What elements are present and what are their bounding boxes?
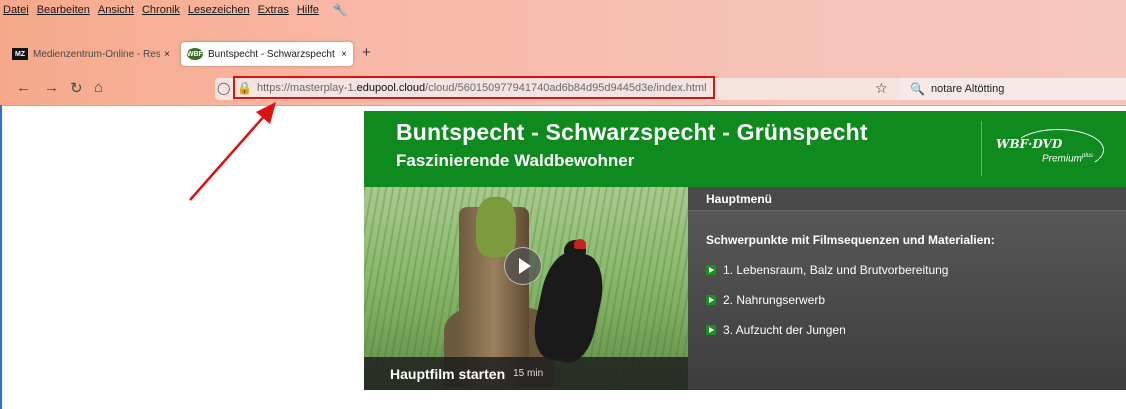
main-menu-title: Hauptmenü: [688, 187, 1126, 211]
menu-ansicht[interactable]: Ansicht: [98, 4, 134, 16]
menu-subtitle: Schwerpunkte mit Filmsequenzen und Mater…: [706, 233, 995, 247]
menu-extras[interactable]: Extras: [258, 4, 289, 16]
bookmark-star-icon[interactable]: ☆: [875, 80, 888, 97]
wrench-icon[interactable]: 🔧: [333, 3, 348, 17]
menu-item-label: 3. Aufzucht der Jungen: [723, 323, 846, 337]
url-text[interactable]: https://masterplay-1.edupool.cloud/cloud…: [257, 82, 707, 94]
close-tab-icon[interactable]: ×: [164, 49, 170, 60]
wbf-favicon-icon: WBF: [187, 48, 203, 60]
menu-item-label: 2. Nahrungserwerb: [723, 293, 826, 307]
tab-title: Medienzentrum-Online - Result: [33, 48, 161, 60]
woodpecker-crest: [574, 239, 586, 249]
play-bullet-icon: [706, 325, 716, 335]
close-tab-icon[interactable]: ×: [341, 49, 347, 60]
medienzentrum-favicon-icon: MZ: [12, 48, 28, 60]
page-left-border: [0, 105, 2, 409]
dvd-title: Buntspecht - Schwarzspecht - Grünspecht: [396, 119, 868, 145]
tab-buntspecht[interactable]: WBF Buntspecht - Schwarzspecht - G ×: [181, 42, 353, 66]
tab-bar: MZ Medienzentrum-Online - Result × WBF B…: [0, 36, 1126, 66]
url-protocol: https://masterplay-1.: [257, 82, 357, 94]
menu-datei[interactable]: Datei: [3, 4, 29, 16]
search-icon: 🔍: [910, 82, 925, 96]
menu-bearbeiten[interactable]: Bearbeiten: [37, 4, 90, 16]
menu-lesezeichen[interactable]: Lesezeichen: [188, 4, 250, 16]
menu-item-nahrungserwerb[interactable]: 2. Nahrungserwerb: [706, 293, 825, 307]
video-thumbnail[interactable]: Hauptfilm starten 15 min: [364, 187, 688, 390]
forward-icon[interactable]: →: [44, 79, 59, 96]
video-caption[interactable]: Hauptfilm starten 15 min: [364, 357, 688, 390]
search-box[interactable]: 🔍 notare Altötting: [900, 78, 1126, 100]
film-duration: 15 min: [513, 368, 544, 379]
search-value: notare Altötting: [930, 83, 1005, 95]
home-icon[interactable]: ⌂: [94, 79, 103, 96]
moss: [476, 197, 516, 257]
menu-bar: Datei Bearbeiten Ansicht Chronik Lesezei…: [0, 0, 1126, 20]
url-domain: edupool.cloud: [356, 82, 426, 94]
dvd-subtitle: Faszinierende Waldbewohner: [396, 151, 635, 170]
menu-item-aufzucht[interactable]: 3. Aufzucht der Jungen: [706, 323, 846, 337]
play-bullet-icon: [706, 265, 716, 275]
start-main-film-label: Hauptfilm starten: [390, 365, 506, 382]
title-banner: Buntspecht - Schwarzspecht - Grünspecht …: [364, 111, 1126, 187]
reload-icon[interactable]: ↻: [70, 79, 83, 97]
play-icon[interactable]: [504, 247, 542, 285]
back-icon[interactable]: ←: [16, 79, 31, 96]
tab-medienzentrum[interactable]: MZ Medienzentrum-Online - Result ×: [6, 42, 176, 66]
arrow-shaft: [189, 113, 267, 201]
shield-icon[interactable]: ◯: [217, 81, 230, 95]
menu-item-label: 1. Lebensraum, Balz und Brutvorbereitung: [723, 263, 949, 277]
menu-chronik[interactable]: Chronik: [142, 4, 180, 16]
url-path: /cloud/560150977941740ad6b84d95d9445d3e/…: [425, 82, 707, 94]
logo-premium-word: Premium: [1042, 153, 1083, 165]
tab-title: Buntspecht - Schwarzspecht - G: [208, 48, 338, 60]
wbf-dvd-logo: WBF·DVD Premiumplus: [981, 121, 1104, 176]
main-menu-panel: Hauptmenü Schwerpunkte mit Filmsequenzen…: [688, 187, 1126, 390]
menu-item-lebensraum[interactable]: 1. Lebensraum, Balz und Brutvorbereitung: [706, 263, 948, 277]
play-bullet-icon: [706, 295, 716, 305]
menu-hilfe[interactable]: Hilfe: [297, 4, 319, 16]
logo-premium-text: Premiumplus: [1042, 153, 1093, 164]
dvd-player: Buntspecht - Schwarzspecht - Grünspecht …: [364, 111, 1126, 390]
new-tab-button[interactable]: +: [362, 44, 371, 61]
logo-wbf-text: WBF·DVD: [996, 137, 1063, 151]
logo-plus: plus: [1082, 153, 1094, 159]
